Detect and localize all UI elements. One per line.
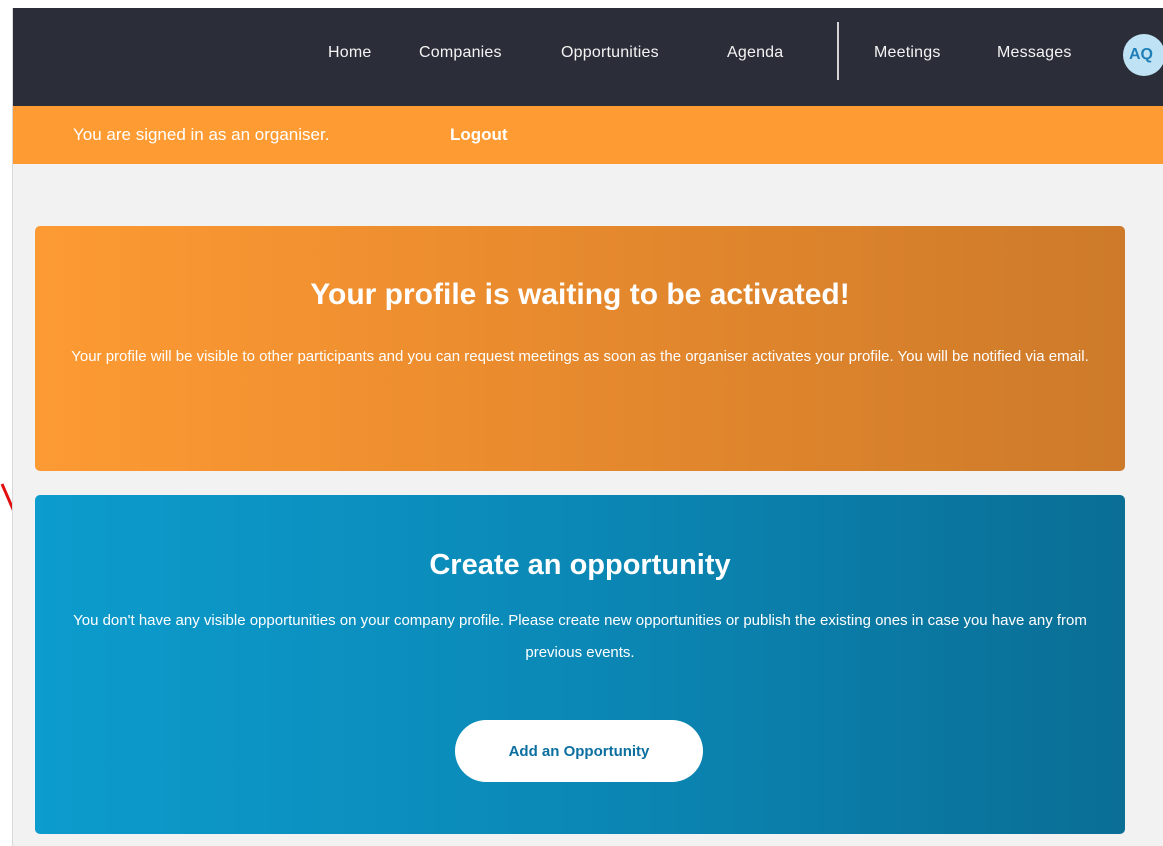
banner-message: You are signed in as an organiser. (73, 125, 330, 144)
add-opportunity-button[interactable]: Add an Opportunity (455, 720, 703, 782)
opportunity-message: You don't have any visible opportunities… (73, 612, 1087, 661)
profile-activation-card: Your profile is waiting to be activated!… (35, 226, 1125, 471)
nav-item-opportunities[interactable]: Opportunities (561, 44, 659, 62)
organiser-banner: You are signed in as an organiser. Logou… (13, 106, 1163, 164)
nav-item-companies[interactable]: Companies (419, 44, 502, 62)
app-window: Home Companies Opportunities Agenda Meet… (12, 8, 1163, 846)
user-avatar[interactable]: AQ (1123, 34, 1163, 76)
nav-item-meetings[interactable]: Meetings (874, 44, 941, 62)
nav-item-agenda[interactable]: Agenda (727, 44, 783, 62)
activation-title: Your profile is waiting to be activated! (310, 278, 850, 311)
nav-divider (837, 22, 839, 80)
nav-item-messages[interactable]: Messages (997, 44, 1072, 62)
activation-message: Your profile will be visible to other pa… (71, 348, 1089, 365)
nav-item-home[interactable]: Home (328, 44, 371, 62)
create-opportunity-card: Create an opportunity You don't have any… (35, 495, 1125, 834)
top-navigation-bar: Home Companies Opportunities Agenda Meet… (13, 8, 1163, 106)
opportunity-title: Create an opportunity (429, 549, 731, 581)
logout-link[interactable]: Logout (450, 125, 508, 145)
